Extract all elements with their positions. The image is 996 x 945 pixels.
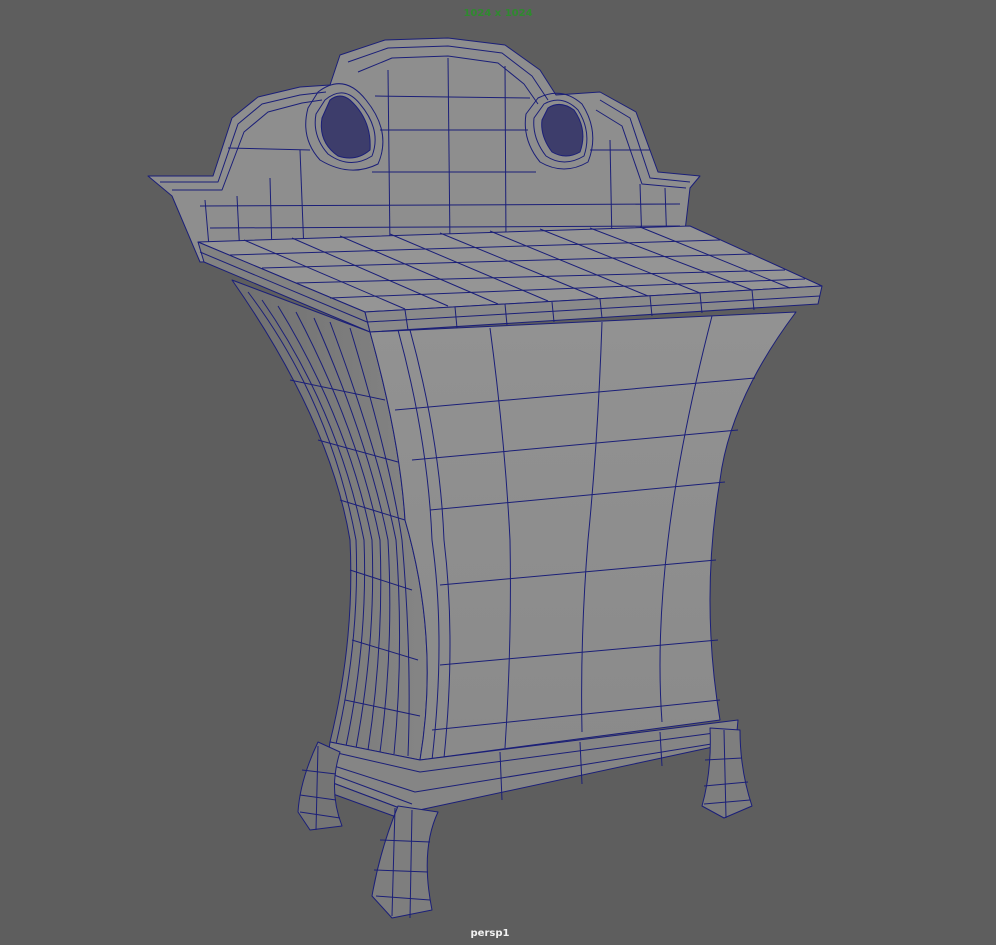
maya-perspective-viewport[interactable]: 1024 x 1024 persp1 [0, 0, 996, 945]
cabinet-front-panel [369, 311, 797, 761]
camera-name-label: persp1 [470, 928, 510, 939]
cabinet-wireframe-mesh[interactable] [0, 0, 996, 945]
